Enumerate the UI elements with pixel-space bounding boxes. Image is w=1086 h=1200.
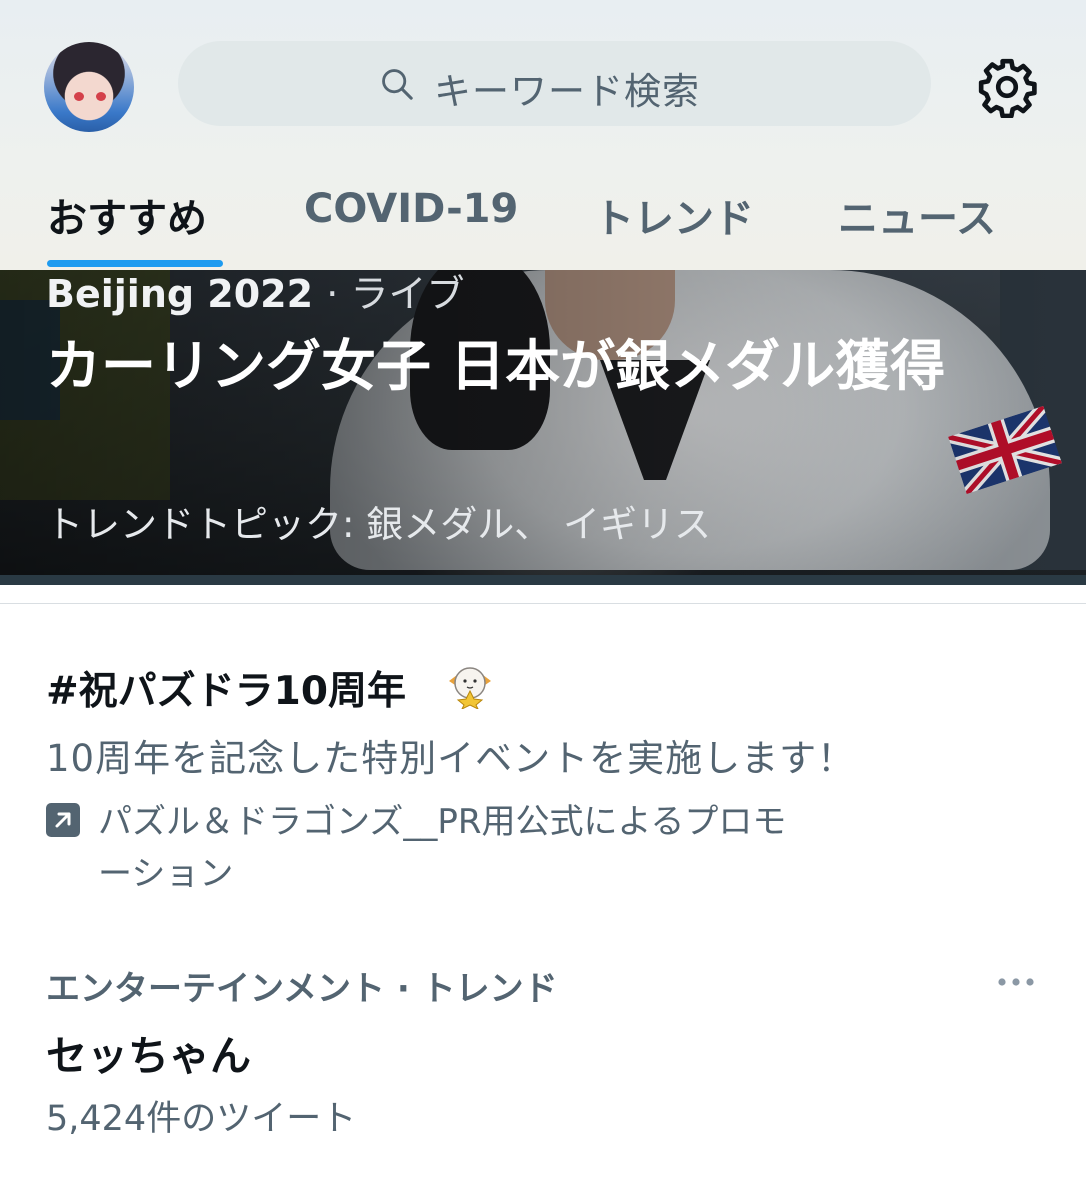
promoted-by-label: パズル＆ドラゴンズ__PR用公式によるプロモーション (98, 802, 787, 894)
avatar[interactable] (44, 42, 134, 132)
hero-headline[interactable]: カーリング女子 日本が銀メダル獲得 (46, 330, 966, 402)
tab-covid-19[interactable]: COVID-19 (304, 186, 518, 232)
top-bar: キーワード検索 おすすめ COVID-19 トレンド ニュース (0, 0, 1086, 270)
search-input[interactable]: キーワード検索 (178, 41, 931, 126)
trend-category: エンターテインメント · トレンド (46, 969, 558, 1009)
promoted-trend-title[interactable]: #祝パズドラ10周年 (46, 660, 406, 716)
hero-topics: トレンドトピック: 銀メダル、 イギリス (46, 503, 711, 546)
divider (0, 603, 1086, 604)
hero-event: Beijing 2022 (46, 272, 314, 316)
avatar-eye (74, 92, 84, 101)
tab-news[interactable]: ニュース (838, 186, 996, 244)
tab-recommended[interactable]: おすすめ (47, 186, 207, 244)
more-icon[interactable] (996, 975, 1036, 989)
search-placeholder: キーワード検索 (434, 70, 700, 113)
avatar-eye (96, 92, 106, 101)
mascot-emoji-icon (449, 667, 491, 709)
trend-tweet-count: 5,424件のツイート (46, 1099, 357, 1139)
hero-bottom-strip (0, 575, 1086, 585)
tab-trending[interactable]: トレンド (594, 186, 754, 244)
promoted-trend-description: 10周年を記念した特別イベントを実施します！ (46, 737, 856, 780)
arrow-up-right-icon (55, 812, 71, 828)
trend-name[interactable]: セッちゃん (46, 1022, 251, 1082)
promoted-icon (46, 803, 80, 837)
gear-icon[interactable] (976, 56, 1038, 118)
search-icon (382, 69, 413, 100)
hero-meta: Beijing 2022 · ライブ (46, 263, 464, 318)
explore-tabs: おすすめ COVID-19 トレンド ニュース (0, 180, 1086, 270)
hero-category: · ライブ (326, 272, 465, 316)
